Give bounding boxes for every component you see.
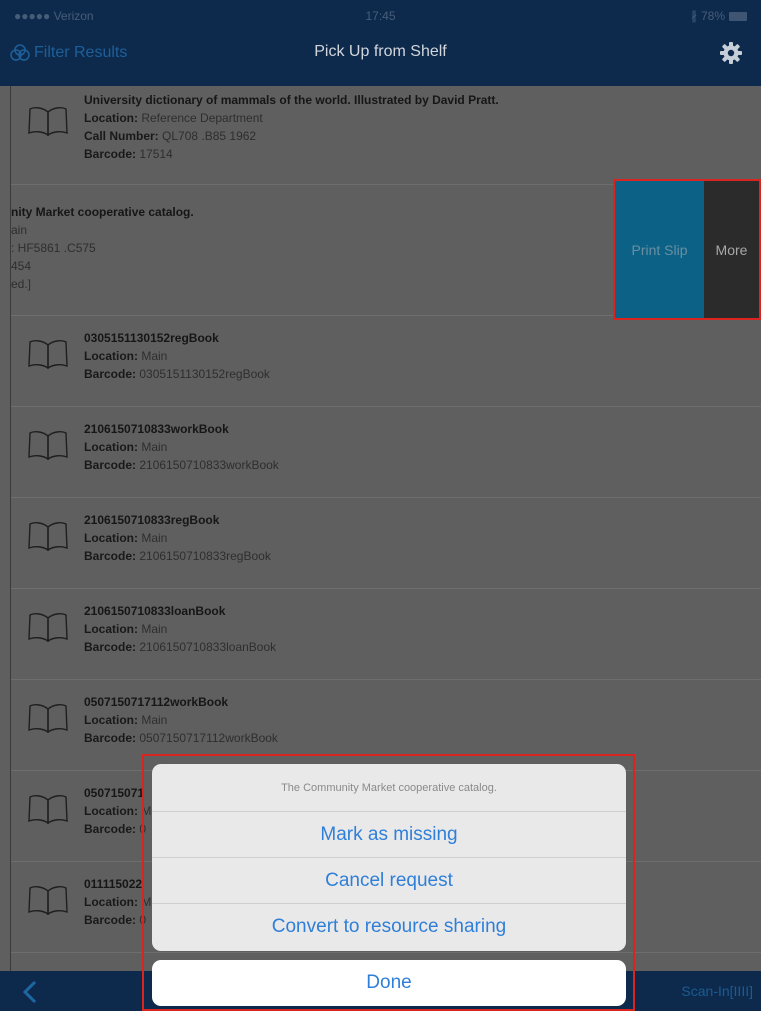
- battery-bluetooth-icon: ∦: [690, 9, 697, 23]
- item-title: 2106150710833regBook: [84, 513, 220, 527]
- item-title: University dictionary of mammals of the …: [84, 93, 499, 107]
- list-item-text: 2106150710833regBook Location: Main Barc…: [84, 511, 271, 565]
- swiped-item-location: ain: [11, 223, 28, 237]
- book-icon: [28, 107, 68, 136]
- barcode-label: Barcode:: [84, 458, 137, 472]
- location-label: Location:: [84, 895, 138, 909]
- more-button[interactable]: More: [704, 181, 759, 318]
- status-bar: ●●●●● Verizon 17:45 ∦ 78%: [0, 0, 761, 30]
- barcode-value: 2106150710833loanBook: [139, 640, 277, 654]
- swiped-item-edition: ed.]: [11, 277, 32, 291]
- barcode-label: Barcode:: [84, 822, 137, 836]
- barcode-label: Barcode:: [84, 913, 137, 927]
- barcode-label: Barcode:: [84, 549, 137, 563]
- list-item[interactable]: 2106150710833workBook Location: Main Bar…: [11, 407, 761, 498]
- swiped-item-barcode: 454: [11, 259, 32, 273]
- list-item[interactable]: 2106150710833regBook Location: Main Barc…: [11, 498, 761, 589]
- swiped-item-text: nity Market cooperative catalog. ain : H…: [11, 203, 194, 293]
- location-label: Location:: [84, 111, 138, 125]
- top-bar: ●●●●● Verizon 17:45 ∦ 78% Filter Results…: [0, 0, 761, 86]
- book-icon: [28, 431, 68, 460]
- back-chevron-icon[interactable]: [22, 980, 38, 1004]
- book-icon: [28, 522, 68, 551]
- book-icon: [28, 795, 68, 824]
- cancel-request-button[interactable]: Cancel request: [152, 858, 626, 904]
- nav-bar: Filter Results Pick Up from Shelf: [0, 30, 761, 86]
- swiped-item-call-number: : HF5861 .C575: [11, 241, 96, 255]
- list-item[interactable]: 2106150710833loanBook Location: Main Bar…: [11, 589, 761, 680]
- item-title: 0305151130152regBook: [84, 331, 219, 345]
- list-item[interactable]: 0305151130152regBook Location: Main Barc…: [11, 316, 761, 407]
- done-button[interactable]: Done: [152, 960, 626, 1006]
- call-number-label: Call Number:: [84, 129, 159, 143]
- page-title: Pick Up from Shelf: [314, 43, 447, 60]
- location-label: Location:: [84, 622, 138, 636]
- item-title: 2106150710833workBook: [84, 422, 229, 436]
- location-label: Location:: [84, 349, 138, 363]
- location-label: Location:: [84, 713, 138, 727]
- convert-to-resource-sharing-button[interactable]: Convert to resource sharing: [152, 904, 626, 950]
- location-value: Reference Department: [141, 111, 263, 125]
- battery-indicator: ∦ 78%: [691, 9, 747, 23]
- action-sheet-message: The Community Market cooperative catalog…: [152, 764, 626, 812]
- book-icon: [28, 340, 68, 369]
- location-value: Main: [141, 713, 168, 727]
- barcode-label: Barcode:: [84, 367, 137, 381]
- location-value: Main: [141, 531, 168, 545]
- mark-as-missing-button[interactable]: Mark as missing: [152, 812, 626, 858]
- list-item[interactable]: University dictionary of mammals of the …: [11, 86, 761, 185]
- list-item-text: 2106150710833loanBook Location: Main Bar…: [84, 602, 276, 656]
- barcode-value: 2106150710833workBook: [139, 458, 279, 472]
- location-value: Main: [141, 440, 168, 454]
- book-icon: [28, 704, 68, 733]
- list-item-text: 2106150710833workBook Location: Main Bar…: [84, 420, 279, 474]
- location-label: Location:: [84, 440, 138, 454]
- list-item-text: University dictionary of mammals of the …: [84, 91, 499, 163]
- scan-in-button[interactable]: Scan-In[IIII]: [681, 983, 753, 999]
- battery-percent: 78%: [700, 9, 725, 23]
- swipe-actions: Print Slip More: [613, 179, 761, 320]
- battery-icon: [729, 11, 747, 21]
- barcode-value: 2106150710833regBook: [139, 549, 271, 563]
- item-title: 2106150710833loanBook: [84, 604, 226, 618]
- call-number-value: QL708 .B85 1962: [162, 129, 257, 143]
- barcode-label: Barcode:: [84, 640, 137, 654]
- gear-icon[interactable]: [719, 41, 743, 65]
- list-item-text: 0305151130152regBook Location: Main Barc…: [84, 329, 270, 383]
- barcode-value: 0507150717112workBook: [139, 731, 278, 745]
- print-slip-button[interactable]: Print Slip: [615, 181, 704, 318]
- item-title: 0507150717112workBook: [84, 695, 229, 709]
- book-icon: [28, 886, 68, 915]
- barcode-label: Barcode:: [84, 731, 137, 745]
- location-value: Main: [141, 622, 168, 636]
- swiped-item-title: nity Market cooperative catalog.: [11, 205, 194, 219]
- barcode-label: Barcode:: [84, 147, 137, 161]
- barcode-value: 17514: [139, 147, 173, 161]
- location-label: Location:: [84, 804, 138, 818]
- list-item-text: 0507150717112workBook Location: Main Bar…: [84, 693, 278, 747]
- book-icon: [28, 613, 68, 642]
- location-value: Main: [141, 349, 168, 363]
- location-label: Location:: [84, 531, 138, 545]
- action-sheet: The Community Market cooperative catalog…: [152, 764, 626, 951]
- clock: 17:45: [365, 9, 396, 23]
- barcode-value: 0305151130152regBook: [139, 367, 270, 381]
